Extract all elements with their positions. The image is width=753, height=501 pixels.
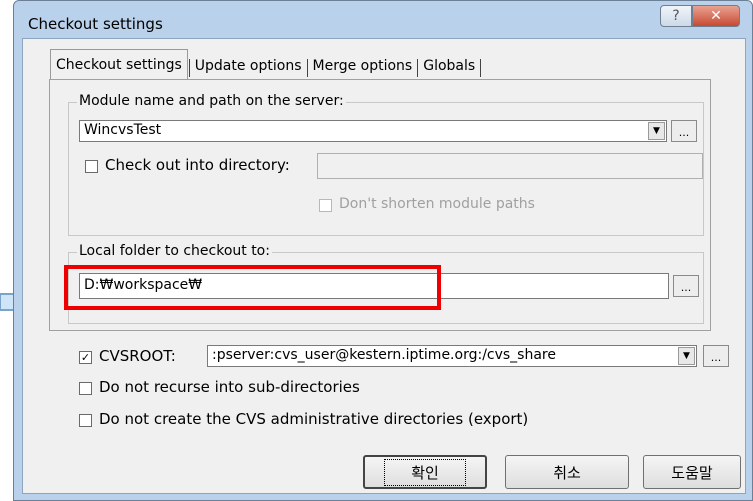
- ok-button-label: 확인: [384, 458, 466, 486]
- tab-globals[interactable]: Globals: [419, 53, 479, 79]
- checkout-dir-checkbox[interactable]: [85, 160, 98, 173]
- no-admin-checkbox[interactable]: [79, 414, 92, 427]
- tab-checkout-settings[interactable]: Checkout settings: [50, 49, 188, 80]
- help-title-button[interactable]: ?: [660, 5, 692, 27]
- dont-shorten-checkbox: [319, 199, 332, 212]
- checkout-dir-input: [317, 153, 703, 179]
- cvsroot-checkbox[interactable]: ✓: [79, 351, 92, 364]
- local-folder-browse-button[interactable]: ...: [673, 275, 699, 297]
- checkout-settings-dialog: Checkout settings ? ✕ Checkout settings …: [13, 0, 753, 501]
- check-icon: ✓: [80, 351, 91, 364]
- close-icon: ✕: [710, 8, 722, 24]
- local-folder-group-label: Local folder to checkout to:: [77, 243, 272, 259]
- tab-separator: [480, 59, 482, 77]
- no-recurse-label: Do not recurse into sub-directories: [99, 378, 360, 396]
- help-button-label: 도움말: [671, 463, 713, 482]
- module-browse-button[interactable]: ...: [671, 120, 697, 142]
- cancel-button-label: 취소: [553, 463, 581, 482]
- module-group-label: Module name and path on the server:: [77, 93, 346, 109]
- cvsroot-combo[interactable]: :pserver:cvs_user@kestern.iptime.org:/cv…: [207, 345, 697, 367]
- cvsroot-browse-button[interactable]: ...: [703, 345, 729, 367]
- help-button[interactable]: 도움말: [643, 455, 741, 489]
- tab-strip: Checkout settings Update options Merge o…: [50, 49, 482, 80]
- tab-merge-options[interactable]: Merge options: [309, 53, 417, 79]
- window-title: Checkout settings: [28, 15, 163, 33]
- tab-update-options[interactable]: Update options: [191, 53, 306, 79]
- highlight-box: [64, 265, 441, 310]
- no-admin-label: Do not create the CVS administrative dir…: [99, 410, 529, 428]
- help-icon: ?: [672, 8, 680, 24]
- tab-separator: [306, 59, 308, 77]
- cvsroot-label: CVSROOT:: [99, 347, 176, 365]
- module-group: Module name and path on the server: Winc…: [68, 93, 704, 236]
- no-recurse-checkbox[interactable]: [79, 382, 92, 395]
- module-name-value: WincvsTest: [84, 122, 162, 138]
- chevron-down-icon[interactable]: ▼: [648, 122, 665, 140]
- close-title-button[interactable]: ✕: [692, 5, 740, 27]
- dont-shorten-label: Don't shorten module paths: [339, 196, 535, 212]
- checkout-dir-label: Check out into directory:: [105, 156, 290, 174]
- module-name-combo[interactable]: WincvsTest ▼: [79, 120, 667, 142]
- cvsroot-value: :pserver:cvs_user@kestern.iptime.org:/cv…: [212, 347, 556, 363]
- ok-button[interactable]: 확인: [363, 455, 487, 489]
- cancel-button[interactable]: 취소: [505, 455, 629, 489]
- chevron-down-icon[interactable]: ▼: [678, 347, 695, 365]
- tab-separator: [188, 59, 190, 77]
- tab-separator: [417, 59, 419, 77]
